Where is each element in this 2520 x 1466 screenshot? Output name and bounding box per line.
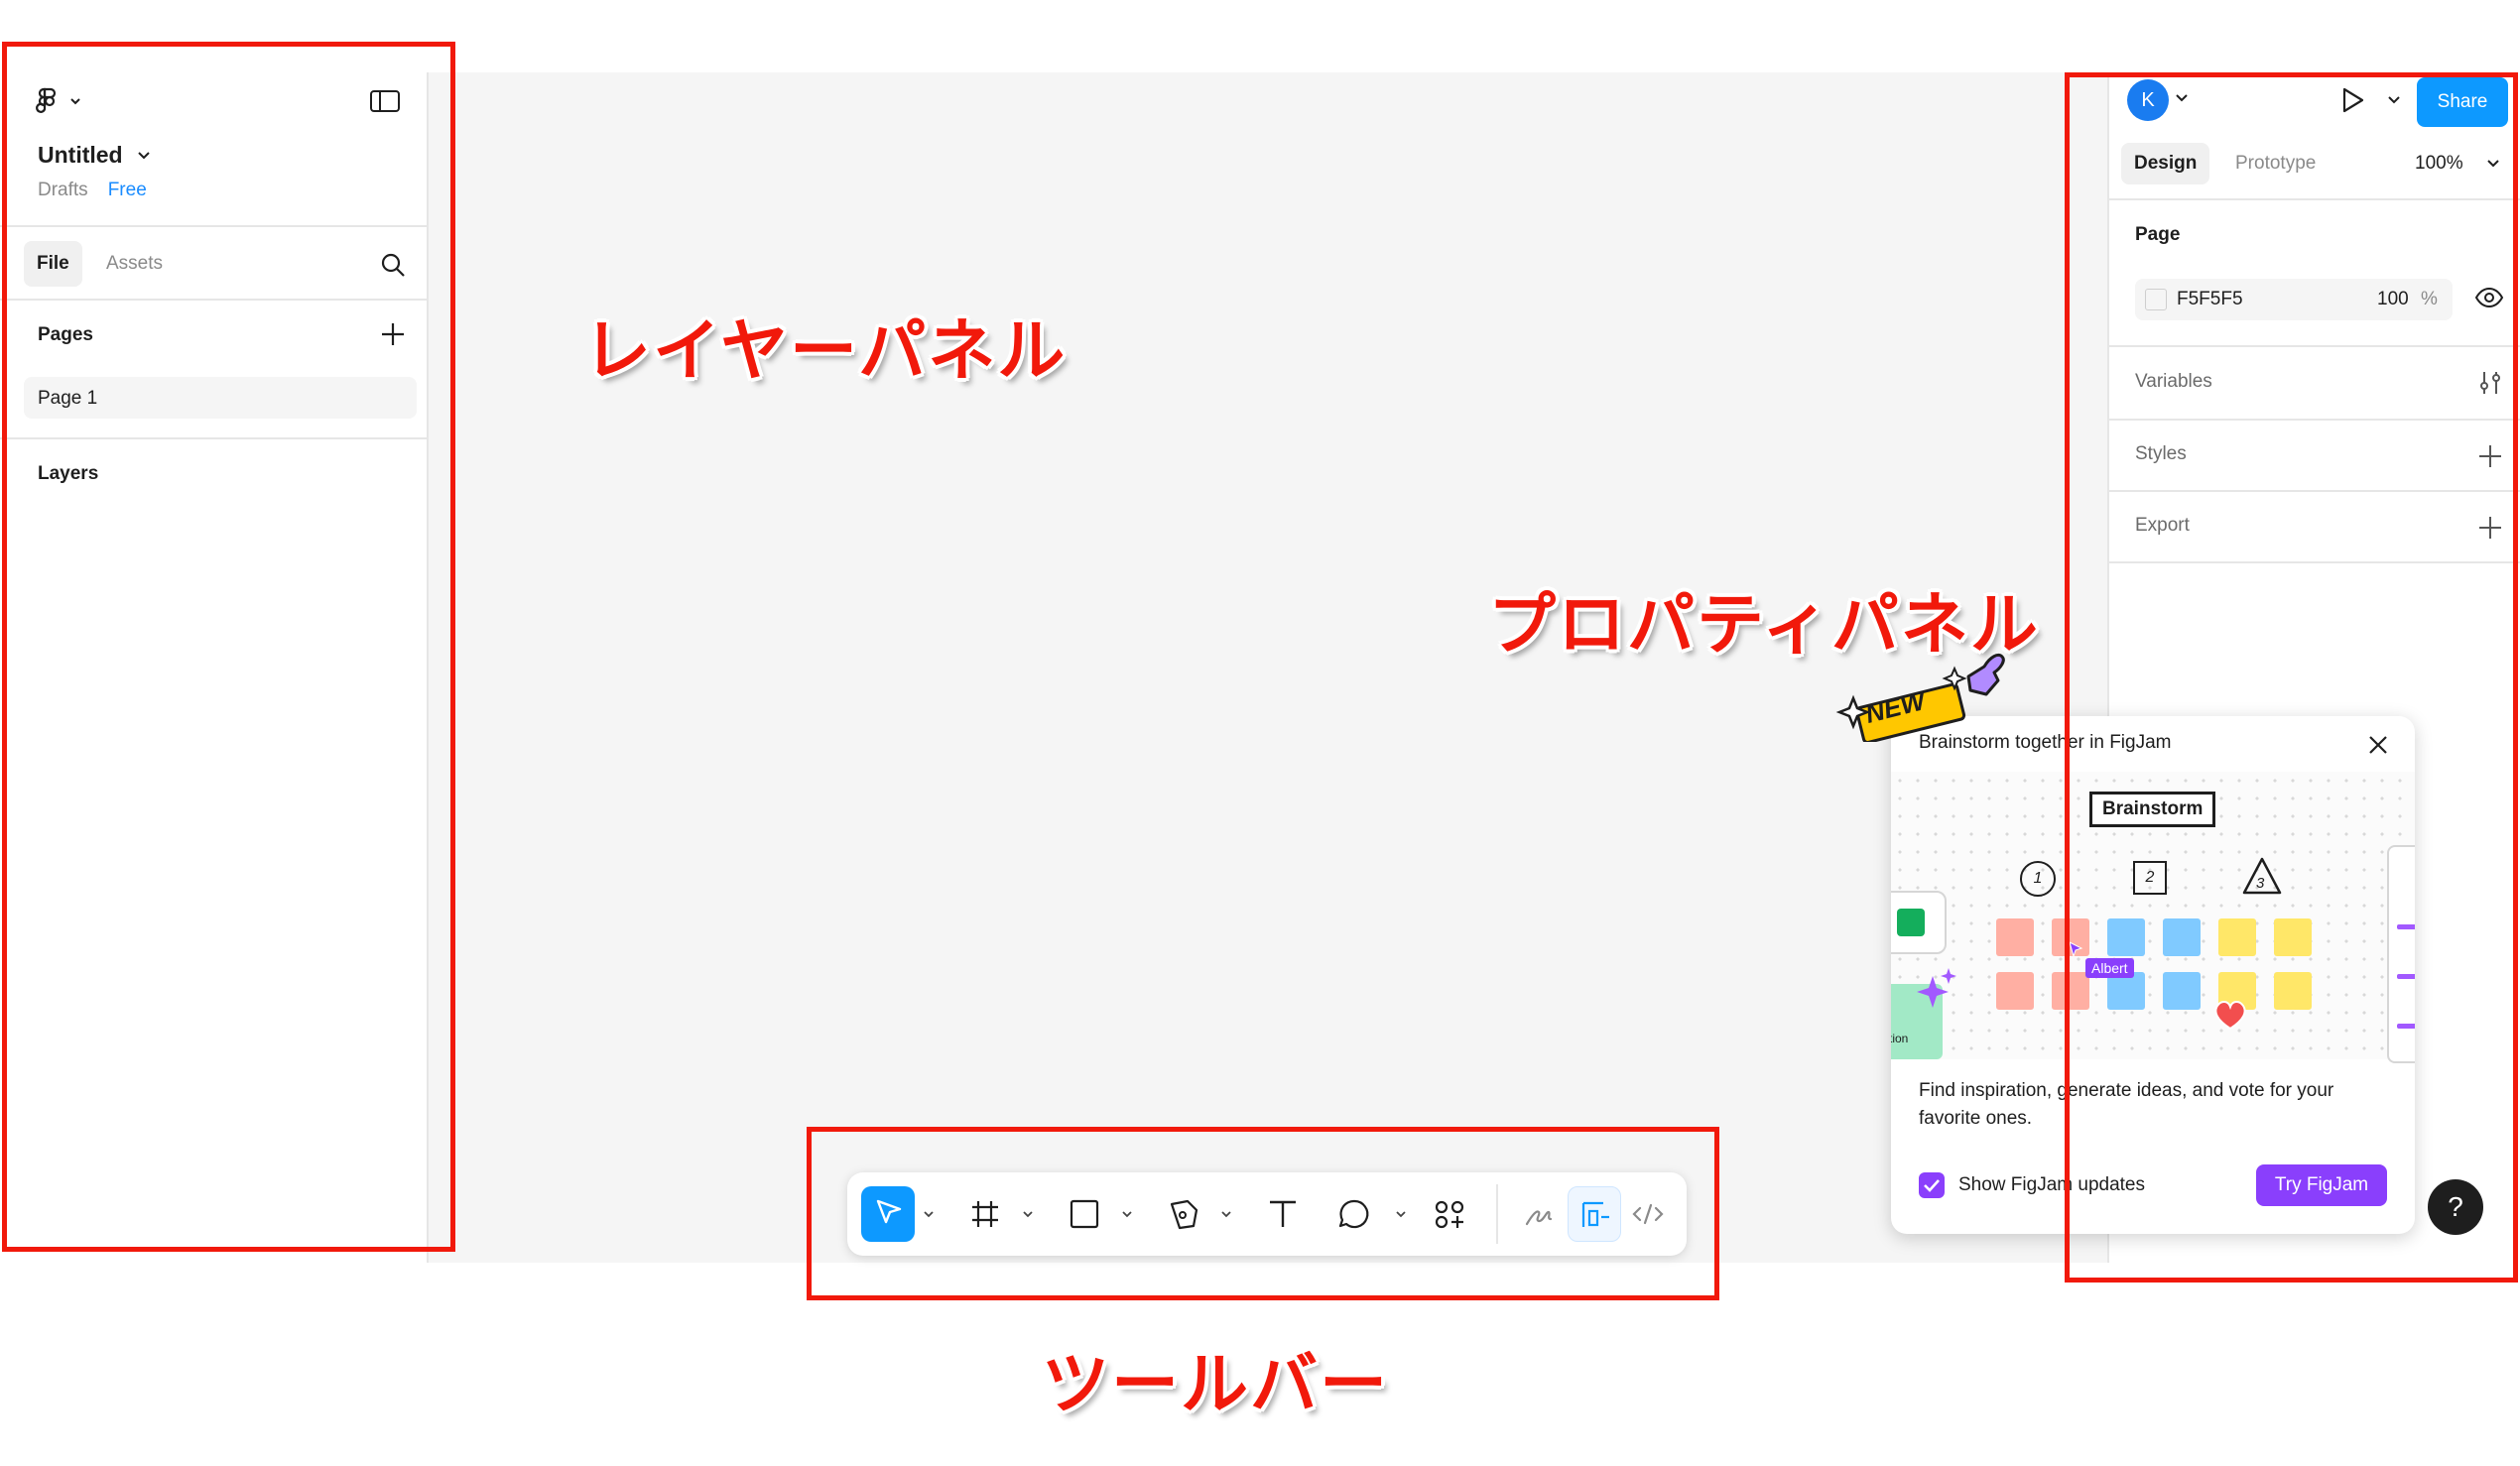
green-shape (1897, 909, 1925, 936)
check-icon (1924, 1179, 1940, 1192)
layers-panel-annotation: レイヤーパネル (583, 312, 1068, 391)
toolbar-annotation: ツールバー (1042, 1346, 1390, 1424)
toolbar-highlight (807, 1127, 1719, 1300)
partial-card (1891, 891, 1947, 954)
partial-card-label: tion (1891, 1032, 1909, 1045)
show-updates-checkbox[interactable] (1919, 1172, 1945, 1198)
layers-panel-highlight (2, 42, 455, 1252)
sticky-note (1996, 918, 2034, 956)
step-one-circle: 1 (2020, 861, 2056, 897)
properties-panel-annotation: プロパティパネル (1488, 586, 2040, 665)
sparkle-icon (1917, 968, 1956, 1008)
sticky-note (1996, 972, 2034, 1010)
properties-panel-highlight (2065, 72, 2518, 1283)
